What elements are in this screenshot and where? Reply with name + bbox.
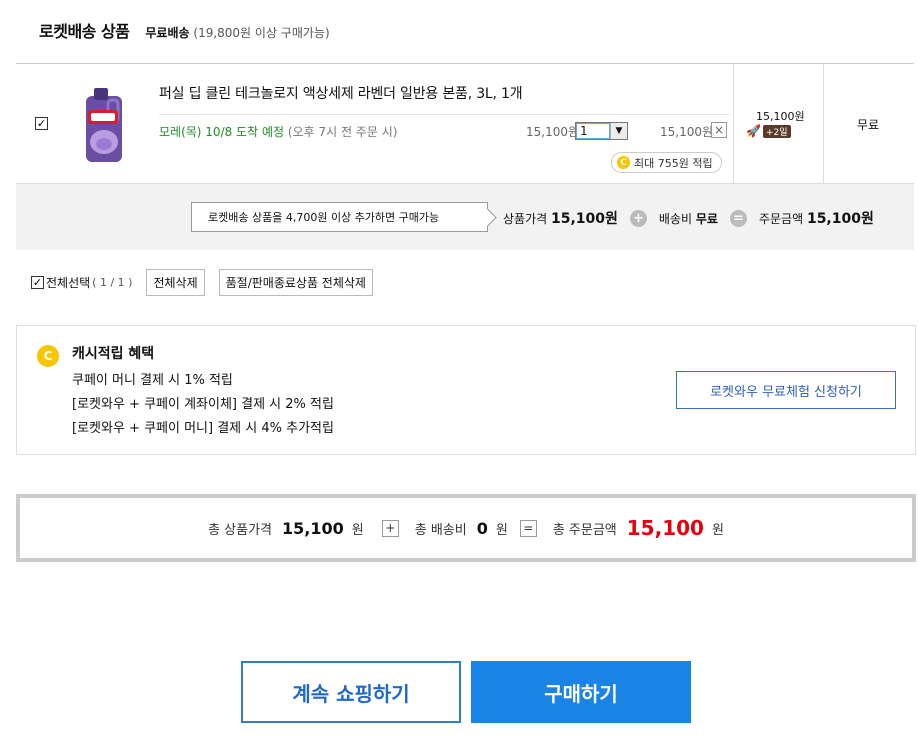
coin-icon: C bbox=[617, 156, 630, 169]
product-image[interactable] bbox=[80, 86, 128, 164]
delete-soldout-button[interactable]: 품절/판매종료상품 전체삭제 bbox=[218, 269, 373, 296]
total-order-label: 총 주문금액 bbox=[552, 522, 617, 538]
cash-benefit-box: C 캐시적립 혜택 쿠페이 머니 결제 시 1% 적립 [로켓와우 + 쿠페이 … bbox=[16, 325, 916, 455]
group-summary: 상품가격 15,100원 + 배송비 무료 = 주문금액 15,100원 bbox=[503, 208, 874, 228]
shipping-value: 무료 bbox=[695, 211, 718, 226]
quantity-value: 1 bbox=[576, 123, 610, 139]
rocket-wow-trial-button[interactable]: 로켓와우 무료체험 신청하기 bbox=[676, 371, 896, 409]
group-summary-bar: 로켓배송 상품을 4,700원 이상 추가하면 구매가능 상품가격 15,100… bbox=[16, 184, 914, 250]
selected-count: ( 1 / 1 ) bbox=[92, 276, 133, 289]
section-title: 로켓배송 상품 bbox=[39, 22, 130, 41]
cash-benefit-title: 캐시적립 혜택 bbox=[72, 346, 155, 362]
arrival-note: (오후 7시 전 주문 시) bbox=[287, 125, 398, 139]
total-shipping-value: 0 bbox=[476, 518, 488, 538]
cash-benefit-line: [로켓와우 + 쿠페이 계좌이체] 결제 시 2% 적립 bbox=[72, 397, 334, 412]
free-shipping-condition: (19,800원 이상 구매가능) bbox=[193, 26, 330, 40]
free-shipping-label: 무료배송 bbox=[145, 26, 190, 40]
rocket-icon: 🚀 bbox=[746, 124, 761, 138]
cart-item-row: ✓ 퍼실 딥 클린 테크놀로지 액상세제 라벤더 일반용 본품, 3L, 1개 … bbox=[16, 63, 914, 184]
select-all-checkbox[interactable]: ✓ bbox=[31, 276, 44, 289]
equals-icon: = bbox=[729, 209, 747, 227]
cash-reward-badge: C 최대 755원 적립 bbox=[611, 152, 722, 173]
product-price-value: 15,100원 bbox=[551, 211, 618, 227]
quantity-select[interactable]: 1 ▼ bbox=[575, 122, 628, 140]
column-divider bbox=[823, 64, 824, 183]
cash-reward-text: 최대 755원 적립 bbox=[634, 156, 713, 170]
unit-price: 15,100원 bbox=[526, 125, 580, 139]
cash-benefit-line: [로켓와우 + 쿠페이 머니] 결제 시 4% 추가적립 bbox=[72, 421, 334, 436]
plus-icon: + bbox=[381, 519, 399, 537]
shipping-group-price: 15,100원 bbox=[756, 110, 805, 123]
order-amount-value: 15,100원 bbox=[806, 211, 874, 227]
continue-shopping-button[interactable]: 계속 쇼핑하기 bbox=[241, 661, 461, 723]
section-header: 로켓배송 상품 무료배송 (19,800원 이상 구매가능) bbox=[39, 18, 330, 42]
delivery-plus-days: +2일 bbox=[762, 124, 791, 138]
arrival-info: 모레(목) 10/8 도착 예정 (오후 7시 전 주문 시) bbox=[159, 123, 397, 140]
item-checkbox[interactable]: ✓ bbox=[35, 117, 48, 130]
chevron-down-icon: ▼ bbox=[610, 123, 627, 139]
free-shipping-info: 무료배송 (19,800원 이상 구매가능) bbox=[145, 24, 329, 41]
plus-icon: + bbox=[629, 209, 647, 227]
product-price-label: 상품가격 bbox=[503, 211, 548, 226]
total-product-value: 15,100 bbox=[282, 518, 344, 538]
add-more-tooltip: 로켓배송 상품을 4,700원 이상 추가하면 구매가능 bbox=[191, 202, 488, 232]
select-all-label: 전체선택 bbox=[46, 276, 91, 290]
select-all[interactable]: ✓ 전체선택 ( 1 / 1 ) bbox=[31, 274, 132, 291]
arrival-date: 모레(목) 10/8 도착 예정 bbox=[159, 125, 285, 139]
cash-benefit-line: 쿠페이 머니 결제 시 1% 적립 bbox=[72, 373, 233, 388]
won-unit: 원 bbox=[711, 522, 724, 538]
total-shipping-label: 총 배송비 bbox=[414, 522, 467, 538]
shipping-label: 배송비 bbox=[658, 211, 693, 226]
won-unit: 원 bbox=[495, 522, 508, 538]
total-order-value: 15,100 bbox=[626, 516, 704, 540]
order-amount-label: 주문금액 bbox=[758, 211, 804, 226]
coin-icon: C bbox=[37, 345, 59, 367]
won-unit: 원 bbox=[351, 522, 364, 538]
delete-all-button[interactable]: 전체삭제 bbox=[146, 269, 205, 296]
bulk-actions: ✓ 전체선택 ( 1 / 1 ) 전체삭제 품절/판매종료상품 전체삭제 bbox=[31, 269, 373, 296]
equals-icon: = bbox=[519, 519, 537, 537]
total-product-label: 총 상품가격 bbox=[208, 522, 273, 538]
divider bbox=[159, 114, 730, 115]
order-total-box: 총 상품가격 15,100 원 + 총 배송비 0 원 = 총 주문금액 15,… bbox=[16, 494, 916, 562]
line-price: 15,100원 bbox=[660, 125, 714, 139]
product-name[interactable]: 퍼실 딥 클린 테크놀로지 액상세제 라벤더 일반용 본품, 3L, 1개 bbox=[159, 83, 523, 103]
shipping-fee: 무료 bbox=[857, 118, 880, 132]
buy-button[interactable]: 구매하기 bbox=[471, 661, 691, 723]
column-divider bbox=[733, 64, 734, 183]
delete-item-button[interactable]: × bbox=[711, 122, 727, 138]
rocket-delivery-badge: 🚀 +2일 bbox=[746, 124, 791, 138]
